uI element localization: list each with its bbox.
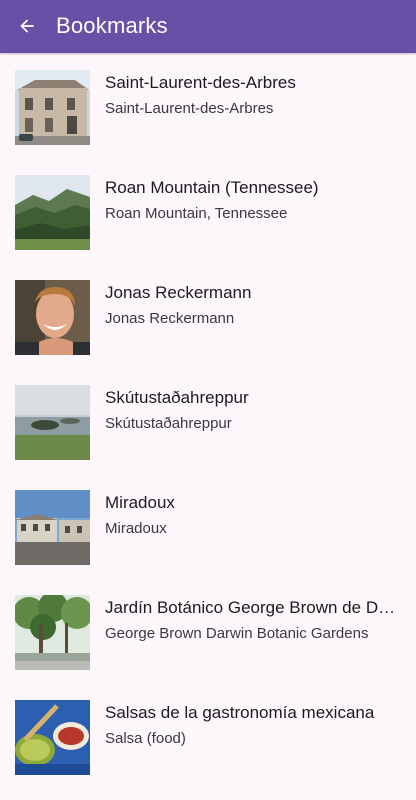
app-bar: Bookmarks xyxy=(0,0,416,53)
bookmark-subtitle: Roan Mountain, Tennessee xyxy=(105,205,288,222)
bookmark-item[interactable]: Salsas de la gastronomía mexicana Salsa … xyxy=(0,683,416,788)
bookmark-subtitle: Miradoux xyxy=(105,520,167,537)
bookmark-item[interactable]: Jonas Reckermann Jonas Reckermann xyxy=(0,263,416,368)
back-button[interactable] xyxy=(8,7,46,45)
bookmark-item[interactable]: Roan Mountain (Tennessee) Roan Mountain,… xyxy=(0,158,416,263)
bookmark-title: Saint-Laurent-des-Arbres xyxy=(105,73,296,92)
bookmark-title: Skútustaðahreppur xyxy=(105,388,249,407)
bookmark-thumbnail xyxy=(15,175,90,250)
bookmark-list: Saint-Laurent-des-Arbres Saint-Laurent-d… xyxy=(0,53,416,788)
bookmark-thumbnail xyxy=(15,280,90,355)
bookmark-item[interactable]: Jardín Botánico George Brown de Darwin G… xyxy=(0,578,416,683)
bookmark-subtitle: Skútustaðahreppur xyxy=(105,415,232,432)
bookmark-title: Miradoux xyxy=(105,493,175,512)
bookmark-title: Jardín Botánico George Brown de Darwin xyxy=(105,598,399,617)
arrow-back-icon xyxy=(20,19,34,33)
bookmark-item[interactable]: Skútustaðahreppur Skútustaðahreppur xyxy=(0,368,416,473)
bookmark-item[interactable]: Miradoux Miradoux xyxy=(0,473,416,578)
bookmark-thumbnail xyxy=(15,70,90,145)
bookmark-subtitle: Jonas Reckermann xyxy=(105,310,235,327)
bookmark-subtitle: George Brown Darwin Botanic Gardens xyxy=(105,625,369,642)
bookmark-title: Jonas Reckermann xyxy=(105,283,252,302)
bookmark-item[interactable]: Saint-Laurent-des-Arbres Saint-Laurent-d… xyxy=(0,53,416,158)
bookmark-title: Roan Mountain (Tennessee) xyxy=(105,178,319,197)
bookmark-thumbnail xyxy=(15,595,90,670)
bookmark-subtitle: Saint-Laurent-des-Arbres xyxy=(105,100,274,117)
bookmark-subtitle: Salsa (food) xyxy=(105,730,186,747)
bookmark-thumbnail xyxy=(15,700,90,775)
bookmark-thumbnail xyxy=(15,490,90,565)
bookmark-thumbnail xyxy=(15,385,90,460)
page-title: Bookmarks xyxy=(56,13,168,38)
bookmark-title: Salsas de la gastronomía mexicana xyxy=(105,703,375,722)
